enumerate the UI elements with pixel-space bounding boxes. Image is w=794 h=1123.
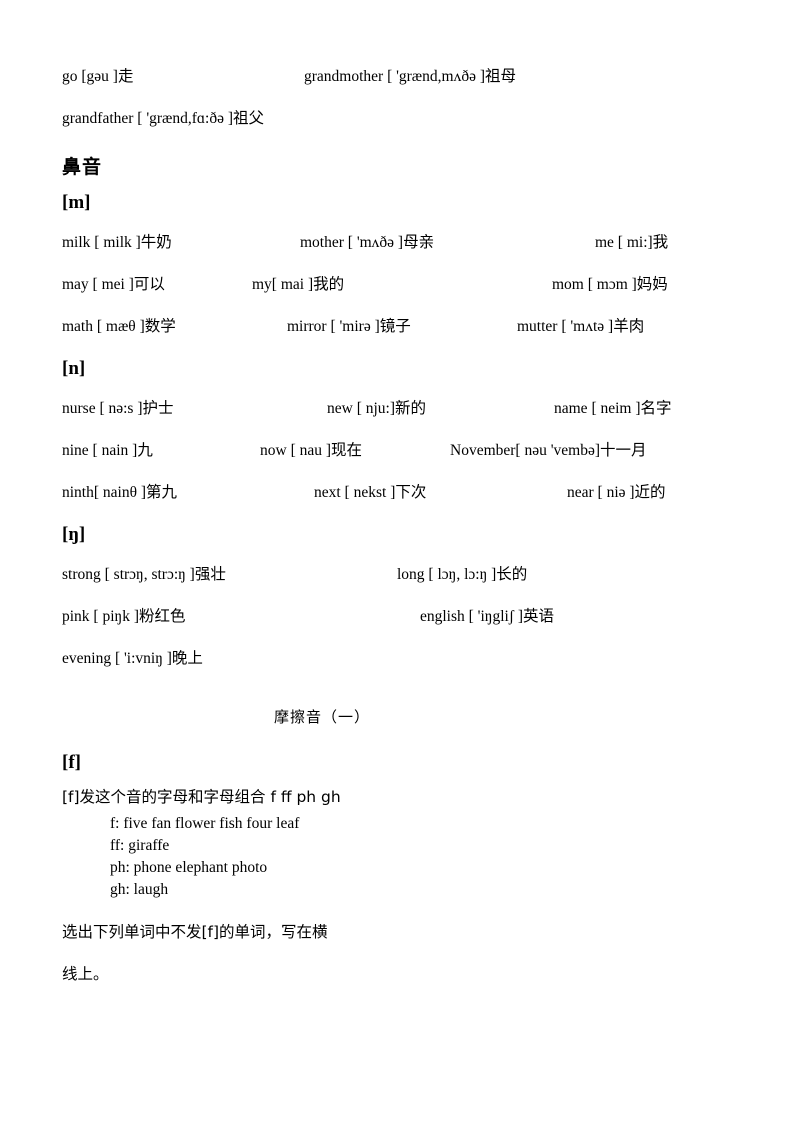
vertical-spacer: [62, 732, 722, 742]
ipa-symbol-heading-ng: [ŋ]: [62, 524, 86, 545]
word-entry: near [ niə ]近的: [567, 484, 666, 501]
phonics-example-block: f: five fan flower fish four leaf ff: gi…: [62, 813, 722, 901]
word-entry: milk [ milk ]牛奶: [62, 234, 172, 251]
page-content: go [gəu ]走 grandmother [ 'grænd,mʌðə ]祖母…: [62, 56, 722, 995]
word-entry: math [ mæθ ]数学: [62, 318, 176, 335]
word-entry: name [ neim ]名字: [554, 400, 672, 417]
word-entry-row: go [gəu ]走 grandmother [ 'grænd,mʌðə ]祖母: [62, 56, 722, 98]
word-entry-row: nurse [ nə:s ]护士 new [ nju:]新的 name [ ne…: [62, 388, 722, 430]
word-entry: pink [ piŋk ]粉红色: [62, 608, 186, 625]
word-entry: evening [ 'i:vniŋ ]晚上: [62, 650, 203, 667]
word-entry: long [ lɔŋ, lɔ:ŋ ]长的: [397, 566, 528, 583]
word-entry-row: milk [ milk ]牛奶 mother [ 'mʌðə ]母亲 me [ …: [62, 222, 722, 264]
word-entry: nurse [ nə:s ]护士: [62, 400, 174, 417]
ipa-symbol-heading-f: [f]: [62, 752, 81, 773]
document-page: go [gəu ]走 grandmother [ 'grænd,mʌðə ]祖母…: [0, 0, 794, 1123]
exercise-instruction-line-1: 选出下列单词中不发[f]的单词，写在横: [62, 923, 328, 941]
word-entry: english [ 'iŋgliʃ ]英语: [420, 608, 555, 625]
section-heading-nasal: 鼻音: [62, 156, 103, 178]
word-entry: nine [ nain ]九: [62, 442, 153, 459]
ipa-symbol-heading-m: [m]: [62, 192, 91, 213]
word-entry: mutter [ 'mʌtə ]羊肉: [517, 318, 645, 335]
word-entry: mother [ 'mʌðə ]母亲: [300, 234, 435, 251]
example-line: ff: giraffe: [110, 837, 170, 854]
word-entry: grandmother [ 'grænd,mʌðə ]祖母: [304, 68, 516, 85]
word-entry: may [ mei ]可以: [62, 276, 165, 293]
word-entry-row: math [ mæθ ]数学 mirror [ 'mirə ]镜子 mutter…: [62, 306, 722, 348]
word-entry: new [ nju:]新的: [327, 400, 427, 417]
word-entry-row: evening [ 'i:vniŋ ]晚上: [62, 638, 722, 680]
word-entry-row: may [ mei ]可以 my[ mai ]我的 mom [ mɔm ]妈妈: [62, 264, 722, 306]
word-entry: strong [ strɔŋ, strɔ:ŋ ]强壮: [62, 566, 226, 583]
vertical-spacer: [62, 901, 722, 911]
word-entry: mom [ mɔm ]妈妈: [552, 276, 668, 293]
word-entry: go [gəu ]走: [62, 68, 134, 85]
word-entry-row: grandfather [ 'grænd,fɑ:ðə ]祖父: [62, 98, 722, 140]
word-entry-row: nine [ nain ]九 now [ nau ]现在 November[ n…: [62, 430, 722, 472]
word-entry: my[ mai ]我的: [252, 276, 345, 293]
word-entry-row: strong [ strɔŋ, strɔ:ŋ ]强壮 long [ lɔŋ, l…: [62, 554, 722, 596]
word-entry: next [ nekst ]下次: [314, 484, 427, 501]
example-line: f: five fan flower fish four leaf: [110, 815, 300, 832]
word-entry-row: pink [ piŋk ]粉红色 english [ 'iŋgliʃ ]英语: [62, 596, 722, 638]
phonics-rule-line: [f]发这个音的字母和字母组合 f ff ph gh: [62, 788, 341, 806]
word-entry: me [ mi:]我: [595, 234, 669, 251]
word-entry: ninth[ nainθ ]第九: [62, 484, 178, 501]
word-entry: mirror [ 'mirə ]镜子: [287, 318, 411, 335]
vertical-spacer: [62, 680, 722, 702]
word-entry: now [ nau ]现在: [260, 442, 363, 459]
example-line: gh: laugh: [110, 881, 169, 898]
exercise-instruction-line-2: 线上。: [62, 965, 109, 983]
word-entry-row: ninth[ nainθ ]第九 next [ nekst ]下次 near […: [62, 472, 722, 514]
section-title-fricative: 摩擦音（一）: [273, 708, 370, 726]
ipa-symbol-heading-n: [n]: [62, 358, 86, 379]
word-entry: grandfather [ 'grænd,fɑ:ðə ]祖父: [62, 110, 264, 127]
example-line: ph: phone elephant photo: [110, 859, 268, 876]
word-entry: November[ nəu 'vembə]十一月: [450, 442, 647, 459]
